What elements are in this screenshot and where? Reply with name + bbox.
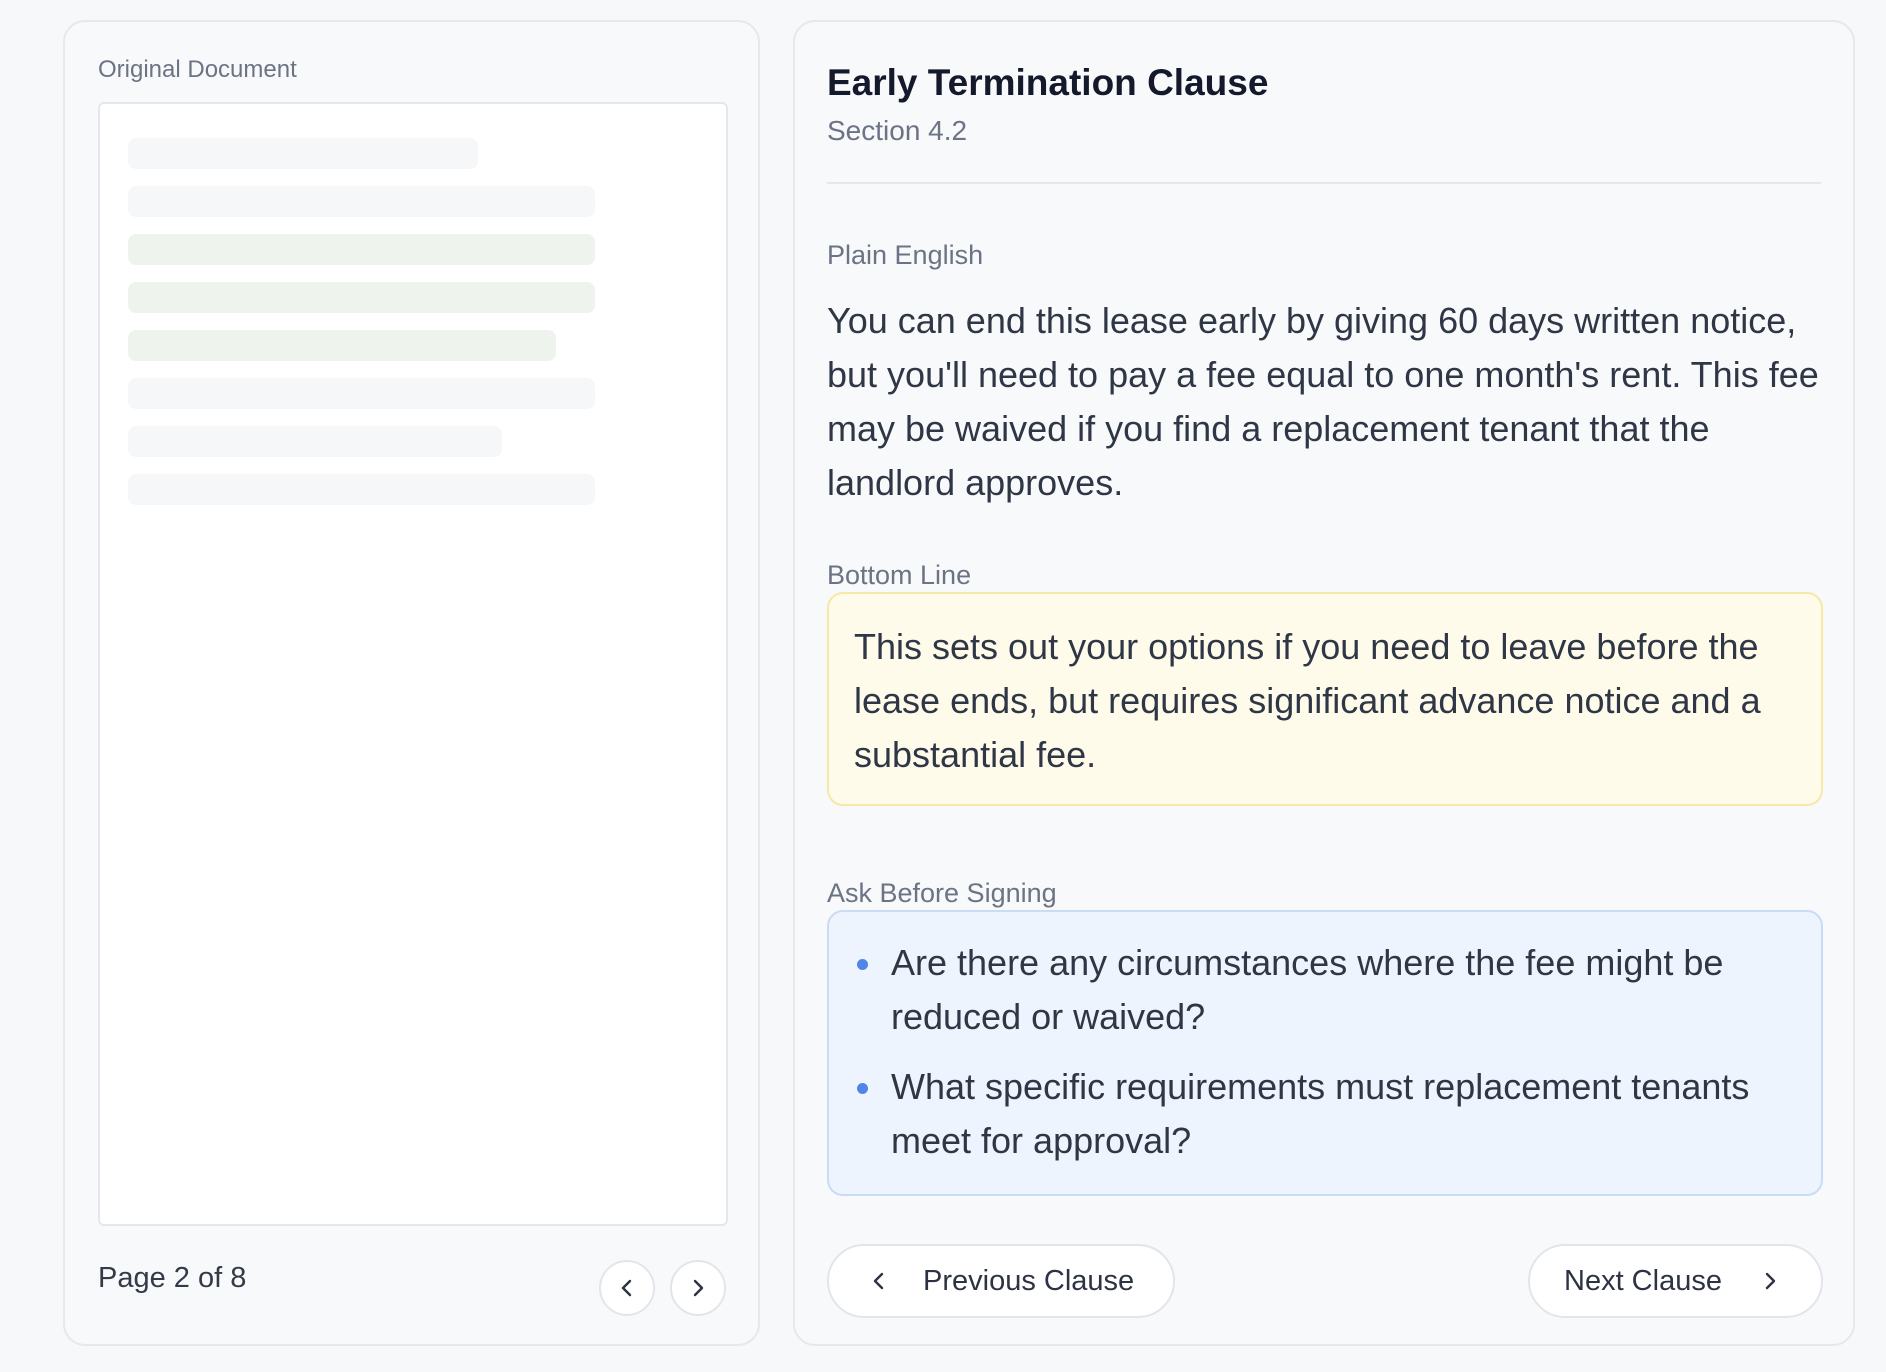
plain-english-label: Plain English <box>827 240 984 270</box>
next-clause-label: Next Clause <box>1564 1264 1722 1297</box>
chevron-right-icon <box>1765 1272 1776 1290</box>
previous-clause-label: Previous Clause <box>923 1264 1135 1297</box>
ask-before-signing-box: Are there any circumstances where the fe… <box>827 910 1823 1196</box>
question-text: What specific requirements must replacem… <box>891 1066 1750 1161</box>
doc-text-line <box>128 186 595 217</box>
doc-highlighted-line <box>128 330 556 361</box>
list-item: Are there any circumstances where the fe… <box>853 936 1801 1044</box>
chevron-right-icon <box>693 1279 704 1297</box>
page-indicator: Page 2 of 8 <box>98 1262 247 1294</box>
clause-detail-panel: Early Termination Clause Section 4.2 Pla… <box>793 20 1855 1346</box>
next-page-button[interactable] <box>670 1260 726 1316</box>
document-viewer-label: Original Document <box>98 56 297 83</box>
divider <box>827 182 1821 184</box>
chevron-left-icon <box>873 1272 884 1290</box>
doc-text-line <box>128 378 595 409</box>
next-clause-button[interactable]: Next Clause <box>1528 1244 1823 1318</box>
clause-title: Early Termination Clause <box>827 62 1269 103</box>
doc-highlighted-line <box>128 234 595 265</box>
doc-highlighted-line <box>128 282 595 313</box>
chevron-left-icon <box>621 1279 632 1297</box>
document-viewer-panel: Original Document Page 2 of 8 <box>63 20 760 1346</box>
previous-clause-button[interactable]: Previous Clause <box>827 1244 1175 1318</box>
bullet-dot <box>857 1083 868 1094</box>
doc-text-line <box>128 474 595 505</box>
list-item: What specific requirements must replacem… <box>853 1060 1801 1168</box>
ask-before-signing-label: Ask Before Signing <box>827 878 1057 908</box>
doc-text-line <box>128 426 502 457</box>
clause-section: Section 4.2 <box>827 115 968 146</box>
bottom-line-text: This sets out your options if you need t… <box>854 626 1761 775</box>
doc-text-line <box>128 138 478 169</box>
bottom-line-box: This sets out your options if you need t… <box>827 592 1823 806</box>
bullet-dot <box>857 959 868 970</box>
previous-page-button[interactable] <box>599 1260 655 1316</box>
question-text: Are there any circumstances where the fe… <box>891 942 1724 1037</box>
plain-english-text: You can end this lease early by giving 6… <box>827 300 1819 503</box>
bottom-line-label: Bottom Line <box>827 560 972 590</box>
document-page-preview[interactable] <box>98 102 728 1226</box>
